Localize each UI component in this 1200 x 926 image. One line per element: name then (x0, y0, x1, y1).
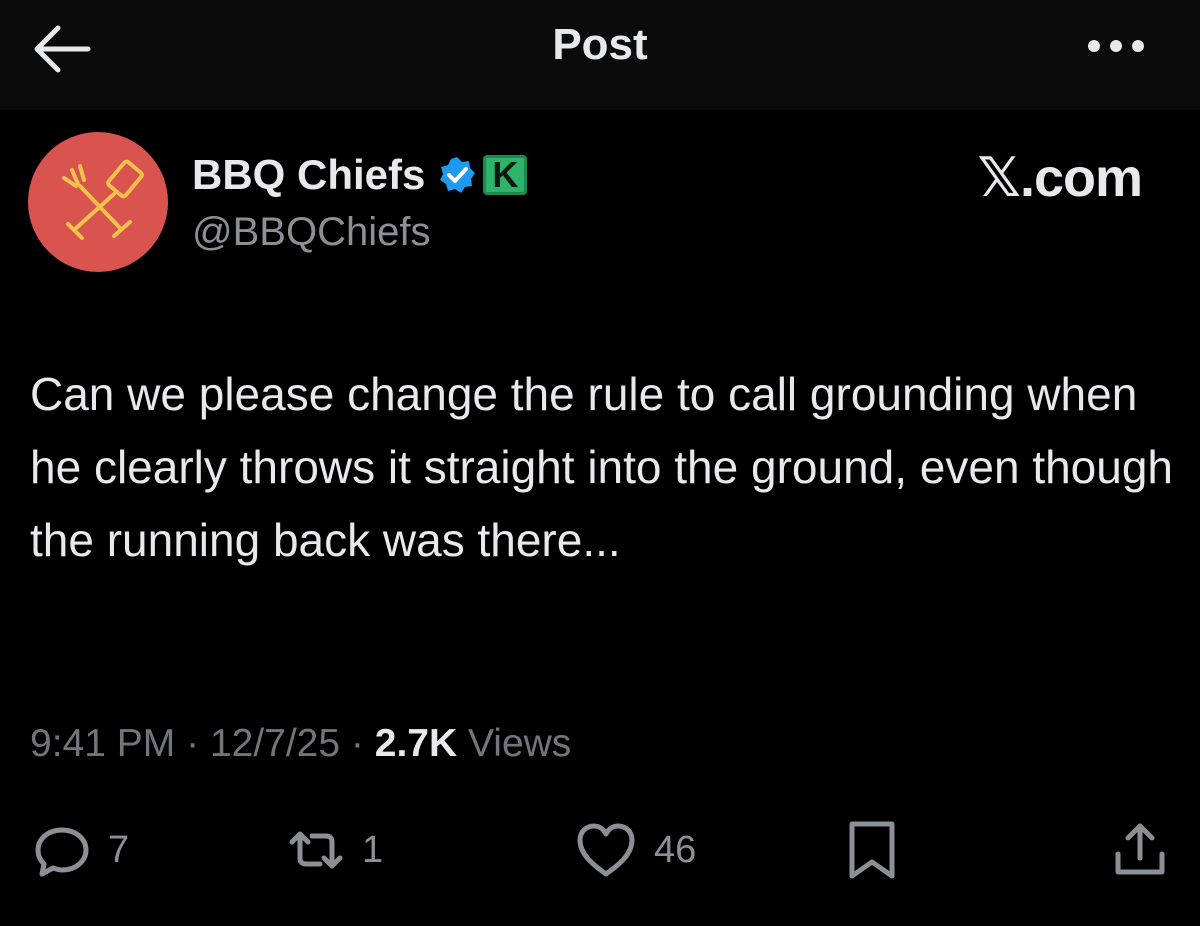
reply-button[interactable]: 7 (30, 818, 129, 882)
page-title: Post (552, 20, 648, 69)
affiliate-badge: K (483, 154, 528, 195)
post-date[interactable]: 12/7/25 (210, 722, 340, 765)
heart-icon (577, 823, 635, 877)
post-time[interactable]: 9:41 PM (30, 722, 175, 765)
author-handle[interactable]: @BBQChiefs (192, 210, 430, 255)
like-count: 46 (654, 828, 697, 871)
author-display-name[interactable]: BBQ Chiefs (192, 151, 425, 199)
repost-button[interactable]: 1 (284, 818, 383, 882)
repost-icon (289, 831, 343, 869)
top-bar: Post (0, 0, 1200, 110)
bookmark-button[interactable] (842, 818, 902, 882)
post-text: Can we please change the rule to call gr… (30, 368, 1174, 566)
more-options-button[interactable] (1086, 34, 1146, 58)
meta-separator: · (186, 722, 200, 765)
share-button[interactable] (1108, 818, 1172, 882)
avatar[interactable] (28, 132, 168, 272)
site-watermark: 𝕏.com (977, 148, 1143, 208)
more-horizontal-icon (1088, 40, 1144, 52)
share-icon (1115, 823, 1165, 875)
reply-count: 7 (108, 828, 130, 871)
verified-badge-icon (440, 157, 476, 193)
views-label: Views (467, 722, 572, 765)
views-count: 2.7K (374, 722, 458, 765)
crossed-grill-tools-icon (62, 159, 144, 240)
like-button[interactable]: 46 (572, 818, 696, 882)
post-meta: 9:41 PM · 12/7/25 · 2.7K Views (30, 722, 571, 766)
repost-count: 1 (362, 828, 384, 871)
meta-separator: · (350, 722, 364, 765)
author-name-row[interactable]: BBQ Chiefs K (192, 150, 528, 200)
bookmark-icon (849, 821, 895, 879)
reply-icon (35, 827, 89, 877)
